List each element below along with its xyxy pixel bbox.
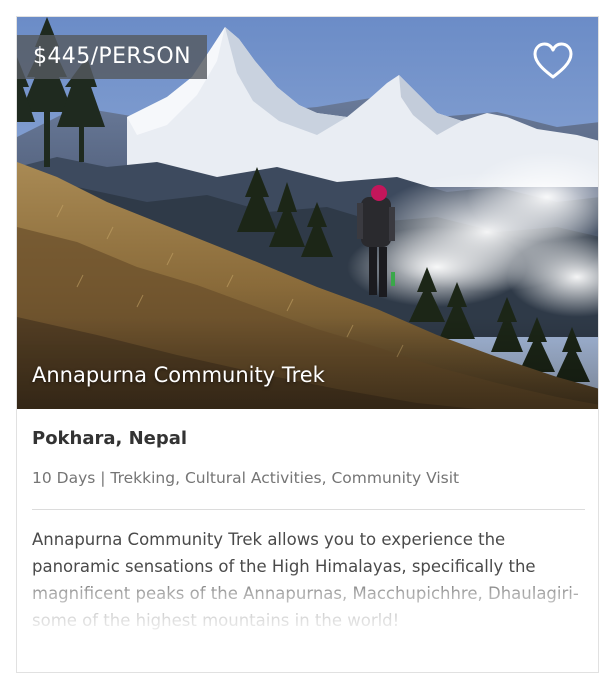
page: $445/PERSON Annapurna Community Trek Pok… [0,0,601,677]
trip-card[interactable]: $445/PERSON Annapurna Community Trek Pok… [16,16,599,673]
favorite-button[interactable] [531,41,575,81]
trip-description: Annapurna Community Trek allows you to e… [32,530,579,630]
trip-location: Pokhara, Nepal [32,428,188,449]
trip-hero-image[interactable]: $445/PERSON Annapurna Community Trek [17,17,598,409]
price-badge: $445/PERSON [17,35,207,79]
trip-meta: 10 Days | Trekking, Cultural Activities,… [32,469,460,487]
trip-description-container: Annapurna Community Trek allows you to e… [32,526,592,634]
heart-outline-icon [533,42,573,79]
trip-title[interactable]: Annapurna Community Trek [32,363,325,387]
divider [32,509,585,510]
